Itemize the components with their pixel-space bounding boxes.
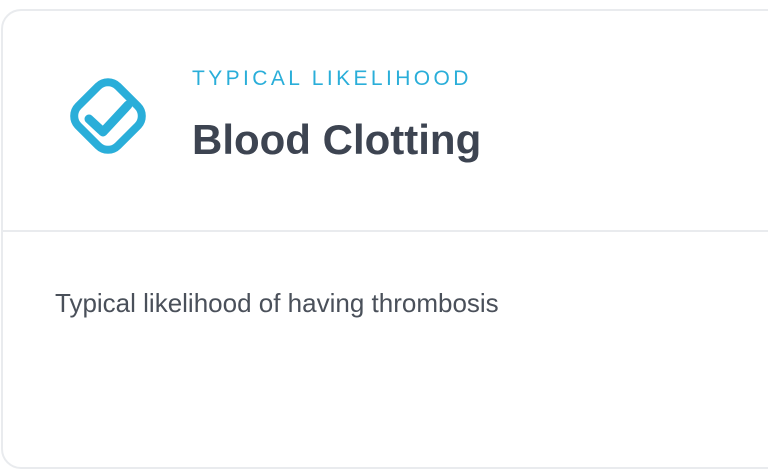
- likelihood-label: TYPICAL LIKELIHOOD: [192, 67, 472, 90]
- card-header: TYPICAL LIKELIHOOD Blood Clotting: [3, 11, 768, 232]
- result-card: TYPICAL LIKELIHOOD Blood Clotting Typica…: [1, 9, 768, 469]
- check-diamond-icon: [70, 78, 146, 154]
- trait-title: Blood Clotting: [192, 116, 482, 163]
- trait-description: Typical likelihood of having thrombosis: [55, 288, 499, 318]
